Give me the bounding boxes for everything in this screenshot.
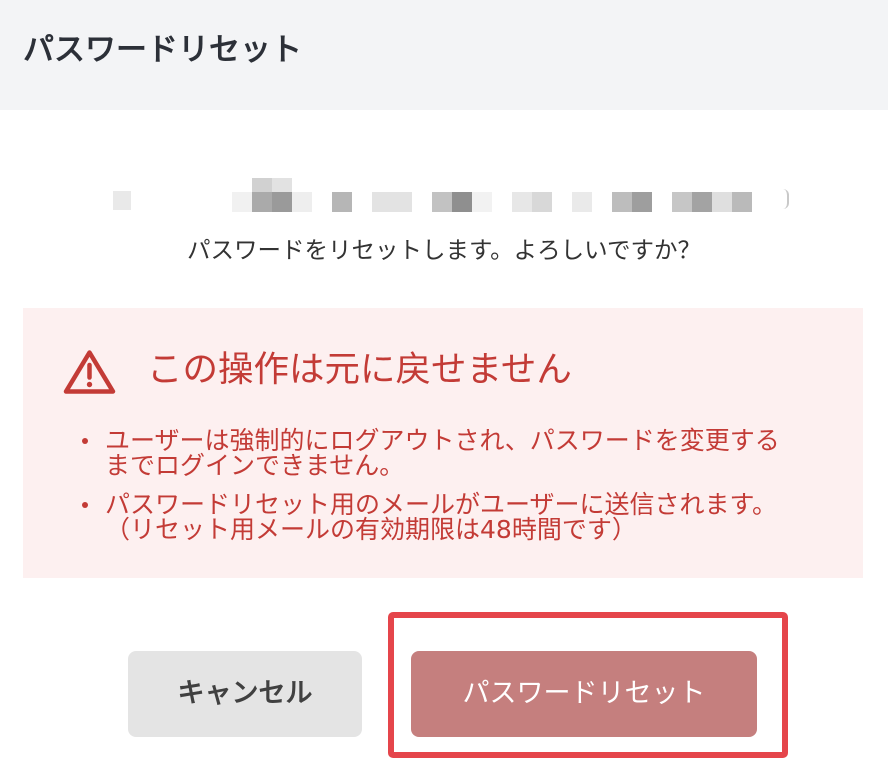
redacted-block <box>532 192 552 212</box>
cancel-button[interactable]: キャンセル <box>128 651 362 737</box>
redacted-block <box>232 192 252 212</box>
warning-item-line: パスワードリセット用のメールがユーザーに送信されます。 <box>105 490 778 519</box>
redacted-block <box>632 192 652 212</box>
modal-title: パスワードリセット <box>23 32 302 68</box>
warning-item-line: （リセット用メールの有効期限は48時間です） <box>105 515 637 544</box>
redacted-block <box>572 192 592 212</box>
password-reset-modal: パスワードリセット パスワードをリセットします。よろしいですか？ この操作は元に… <box>0 0 888 762</box>
bullet-dot <box>82 437 88 444</box>
reset-password-button[interactable]: パスワードリセット <box>411 651 757 737</box>
redacted-block <box>252 178 272 192</box>
bullet-dot <box>82 501 88 508</box>
redacted-block <box>672 192 692 212</box>
redacted-user-info <box>110 175 795 215</box>
warning-title: この操作は元に戻せません <box>147 349 572 390</box>
redacted-block <box>712 192 732 212</box>
redacted-block <box>472 192 492 212</box>
modal-header: パスワードリセット <box>0 0 888 110</box>
redacted-block <box>452 192 472 212</box>
redacted-block <box>113 191 131 210</box>
redacted-block <box>292 192 312 212</box>
warning-item-line: までログインできません。 <box>105 451 405 480</box>
redacted-block <box>272 178 292 192</box>
warning-item-line: ユーザーは強制的にログアウトされ、パスワードを変更する <box>105 426 780 455</box>
redacted-block <box>512 192 532 212</box>
warning-list: ユーザーは強制的にログアウトされ、パスワードを変更する までログインできません。… <box>82 426 780 556</box>
warning-box: この操作は元に戻せません ユーザーは強制的にログアウトされ、パスワードを変更する… <box>23 308 863 578</box>
redacted-block <box>732 192 752 212</box>
warning-item: ユーザーは強制的にログアウトされ、パスワードを変更する までログインできません。 <box>82 426 780 480</box>
redacted-block <box>272 192 292 212</box>
redacted-block <box>332 192 352 212</box>
confirm-message: パスワードをリセットします。よろしいですか？ <box>187 236 701 264</box>
redacted-block <box>783 189 789 209</box>
redacted-block <box>692 192 712 212</box>
warning-item: パスワードリセット用のメールがユーザーに送信されます。 （リセット用メールの有効… <box>82 490 780 544</box>
redacted-block <box>432 192 452 212</box>
redacted-block <box>372 192 412 212</box>
warning-triangle-icon <box>63 350 116 394</box>
redacted-block <box>612 192 632 212</box>
redacted-block <box>252 192 272 212</box>
